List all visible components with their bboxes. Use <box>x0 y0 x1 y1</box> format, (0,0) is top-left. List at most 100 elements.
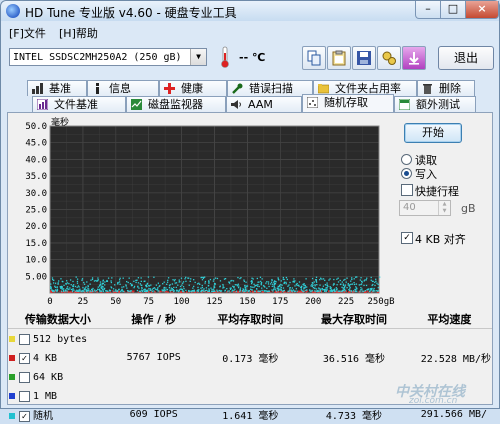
copy-icon <box>307 50 321 66</box>
size-cell: 64 KB <box>8 367 108 386</box>
col-header-avg-time: 平均存取时间 <box>199 310 302 329</box>
tab-file-benchmark[interactable]: 文件基准 <box>32 96 126 112</box>
max-time-cell: 36.516 毫秒 <box>322 354 386 365</box>
tab-label: 额外测试 <box>416 98 460 111</box>
size-checkbox[interactable] <box>19 371 30 383</box>
quick-travel-checkbox[interactable] <box>401 184 413 196</box>
speed-cell: 22.528 MB/秒 <box>420 354 491 365</box>
col-header-speed: 平均速度 <box>406 310 492 329</box>
col-header-max-time: 最大存取时间 <box>301 310 407 329</box>
tab-error-scan[interactable]: 错误扫描 <box>227 80 313 96</box>
col-header-ops: 操作 / 秒 <box>107 310 200 329</box>
drive-select[interactable]: INTEL SSDSC2MH250A2 (250 gB) ▼ <box>9 48 207 66</box>
size-checkbox[interactable]: ✓ <box>19 352 30 364</box>
tab-erase[interactable]: 删除 <box>417 80 475 96</box>
save-button[interactable] <box>352 46 376 70</box>
ops-cell <box>108 386 200 405</box>
speaker-icon <box>231 100 241 109</box>
watermark-site: zol.com.cn <box>409 396 458 406</box>
travel-size-unit: gB <box>461 202 476 215</box>
exit-button[interactable]: 退出 <box>438 46 494 70</box>
tab-disk-monitor[interactable]: 磁盘监视器 <box>126 96 226 112</box>
read-radio[interactable] <box>401 154 412 165</box>
tab-random-access[interactable]: 随机存取 <box>302 94 394 112</box>
ops-cell <box>108 329 200 349</box>
monitor-icon <box>131 99 142 110</box>
tab-aam[interactable]: AAM <box>226 96 302 112</box>
spinner-arrows-icon[interactable]: ▲ ▼ <box>438 201 450 215</box>
tab-label: 随机存取 <box>324 96 368 109</box>
copy-screenshot-button[interactable] <box>327 46 351 70</box>
close-button[interactable]: × <box>465 1 499 19</box>
align-4kb-label: 4 KB 对齐 <box>415 233 466 246</box>
avg-time-cell: 0.173 毫秒 <box>222 354 279 365</box>
clipboard-icon <box>332 50 346 66</box>
max-time-cell <box>301 329 407 349</box>
size-cell: ✓ 4 KB <box>8 348 108 367</box>
size-checkbox[interactable] <box>19 390 30 402</box>
tab-info[interactable]: 信息 <box>87 80 159 96</box>
tab-health[interactable]: 健康 <box>159 80 227 96</box>
tab-label: 文件基准 <box>54 98 98 111</box>
write-radio[interactable] <box>401 168 412 179</box>
travel-size-spinner[interactable]: 40 ▲ ▼ <box>399 200 451 216</box>
write-label: 写入 <box>415 168 437 181</box>
ops-cell: 5767 IOPS <box>126 352 181 363</box>
tab-extra-tests[interactable]: 额外测试 <box>394 96 476 112</box>
size-label: 随机 <box>33 411 53 422</box>
avg-time-cell <box>200 329 302 349</box>
table-row: ✓ 4 KB 5767 IOPS 0.173 毫秒 36.516 毫秒 22.528 MB… <box>8 348 492 367</box>
avg-time-cell: 1.641 毫秒 <box>222 411 279 422</box>
trash-icon <box>423 84 432 94</box>
copy-info-button[interactable] <box>302 46 326 70</box>
menu-file[interactable]: [F]文件 <box>9 25 46 41</box>
menu-bar: [F]文件 [H]帮助 <box>1 23 499 41</box>
tab-label: AAM <box>248 98 273 111</box>
tab-label: 删除 <box>439 82 461 95</box>
title-bar[interactable]: HD Tune 专业版 v4.60 - 硬盘专业工具 – □ × <box>1 1 499 21</box>
thermometer-icon <box>221 46 229 68</box>
app-icon <box>6 4 20 18</box>
table-row: ✓ 随机 609 IOPS 1.641 毫秒 4.733 毫秒 291.566 MB/ <box>8 405 492 424</box>
random-access-icon <box>307 97 318 108</box>
tab-label: 磁盘监视器 <box>148 98 203 111</box>
gears-icon <box>382 51 396 65</box>
size-checkbox[interactable]: ✓ <box>19 410 30 422</box>
extra-tests-icon <box>399 99 410 110</box>
tab-label: 健康 <box>181 82 203 95</box>
size-cell: ✓ 随机 <box>8 405 108 424</box>
speed-cell: 291.566 MB/ <box>420 409 488 420</box>
file-benchmark-icon <box>37 99 48 110</box>
size-label: 4 KB <box>33 353 58 364</box>
legend-swatch <box>9 355 15 361</box>
minimize-button[interactable]: – <box>415 1 441 19</box>
maximize-button[interactable]: □ <box>440 1 466 19</box>
avg-time-cell <box>200 386 302 405</box>
ops-cell: 609 IOPS <box>129 409 178 420</box>
watermark-logo: 中关村在线 zol.com.cn <box>375 379 497 407</box>
info-icon <box>96 83 99 94</box>
size-label: 512 bytes <box>33 334 88 345</box>
temperature-readout: -- ℃ <box>239 51 266 64</box>
tab-label: 基准 <box>49 82 71 95</box>
table-row: 512 bytes <box>8 329 492 349</box>
benchmark-icon <box>32 83 43 94</box>
size-checkbox[interactable] <box>19 333 30 345</box>
legend-swatch <box>9 336 15 342</box>
menu-help[interactable]: [H]帮助 <box>59 25 98 41</box>
start-button[interactable]: 开始 <box>404 123 462 143</box>
window-title: HD Tune 专业版 v4.60 - 硬盘专业工具 <box>25 6 237 20</box>
quick-travel-label: 快捷行程 <box>415 185 459 198</box>
ops-cell <box>108 367 200 386</box>
wrench-icon <box>232 83 243 94</box>
avg-time-cell <box>200 367 302 386</box>
download-button[interactable] <box>402 46 426 70</box>
tab-label: 错误扫描 <box>249 82 293 95</box>
tab-benchmark[interactable]: 基准 <box>27 80 87 96</box>
health-cross-icon <box>164 83 175 94</box>
options-button[interactable] <box>377 46 401 70</box>
align-4kb-checkbox[interactable]: ✓ <box>401 232 413 244</box>
tab-label: 信息 <box>109 82 131 95</box>
chevron-down-icon[interactable]: ▼ <box>190 49 206 65</box>
travel-size-value: 40 <box>403 202 416 213</box>
